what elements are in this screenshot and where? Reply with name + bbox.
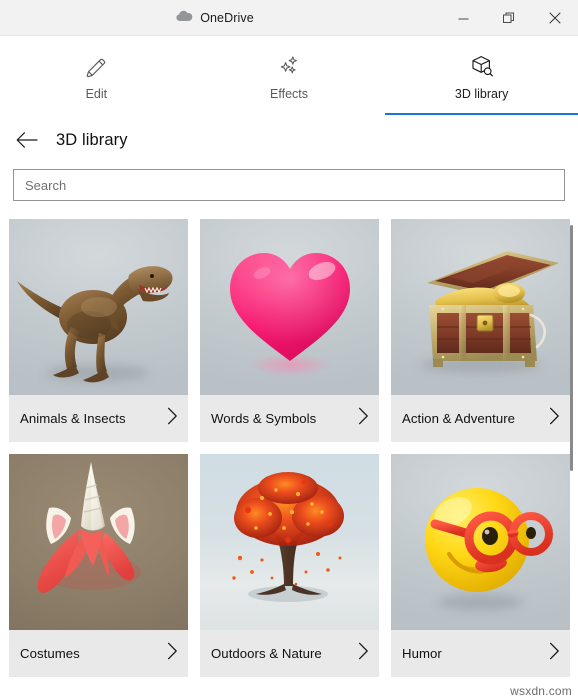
thumbnail-pink-heart xyxy=(200,219,379,395)
card-footer: Humor xyxy=(391,630,570,677)
card-footer: Action & Adventure xyxy=(391,395,570,442)
thumbnail-treasure-chest xyxy=(391,219,570,395)
search-input[interactable] xyxy=(13,169,565,201)
thumbnail-autumn-tree xyxy=(200,454,379,630)
category-card-costumes[interactable]: Costumes xyxy=(9,454,188,677)
minimize-icon xyxy=(458,18,468,19)
chevron-right-icon[interactable] xyxy=(167,407,178,430)
category-label: Action & Adventure xyxy=(402,411,516,426)
sparkles-icon xyxy=(276,54,302,80)
category-label: Animals & Insects xyxy=(20,411,126,426)
pencil-icon xyxy=(84,54,108,80)
category-card-animals-insects[interactable]: Animals & Insects xyxy=(9,219,188,442)
thumbnail-t-rex-dinosaur xyxy=(9,219,188,395)
top-tab-strip: Edit Effects 3D library xyxy=(0,36,578,115)
tab-effects-label: Effects xyxy=(270,86,308,101)
category-grid-scroll-area: Animals & Insects Words & Symbols Action… xyxy=(0,216,578,700)
tab-edit-label: Edit xyxy=(85,86,108,101)
card-footer: Outdoors & Nature xyxy=(200,630,379,677)
page-header: 3D library xyxy=(0,118,578,162)
minimize-button[interactable] xyxy=(440,0,486,36)
back-button[interactable] xyxy=(14,127,40,153)
window-controls xyxy=(440,0,578,36)
restore-icon xyxy=(503,12,514,23)
onedrive-3d-library-window: OneDrive Edit Effects 3D library 3D libr… xyxy=(0,0,578,700)
card-footer: Animals & Insects xyxy=(9,395,188,442)
card-footer: Words & Symbols xyxy=(200,395,379,442)
watermark: wsxdn.com xyxy=(510,684,572,698)
category-label: Outdoors & Nature xyxy=(211,646,322,661)
tab-3d-library-label: 3D library xyxy=(454,86,509,101)
chevron-right-icon[interactable] xyxy=(549,407,560,430)
card-footer: Costumes xyxy=(9,630,188,677)
category-card-humor[interactable]: Humor xyxy=(391,454,570,677)
onedrive-cloud-icon xyxy=(176,9,193,27)
category-label: Costumes xyxy=(20,646,80,661)
chevron-right-icon[interactable] xyxy=(549,642,560,665)
page-title: 3D library xyxy=(56,130,128,149)
back-arrow-icon xyxy=(16,132,38,148)
thumbnail-unicorn-horn-headband xyxy=(9,454,188,630)
tab-edit[interactable]: Edit xyxy=(0,36,193,114)
tab-effects[interactable]: Effects xyxy=(193,36,386,114)
close-button[interactable] xyxy=(532,0,578,36)
tab-3d-library[interactable]: 3D library xyxy=(385,36,578,115)
chevron-right-icon[interactable] xyxy=(167,642,178,665)
search-box[interactable] xyxy=(13,169,565,201)
title-bar: OneDrive xyxy=(0,0,578,36)
restore-button[interactable] xyxy=(486,0,532,36)
thumbnail-smiley-with-glasses xyxy=(391,454,570,630)
active-tab-underline xyxy=(385,112,578,115)
cube-search-icon xyxy=(469,54,495,80)
category-card-words-symbols[interactable]: Words & Symbols xyxy=(200,219,379,442)
category-label: Humor xyxy=(402,646,442,661)
category-label: Words & Symbols xyxy=(211,411,317,426)
window-title: OneDrive xyxy=(200,11,254,25)
close-icon xyxy=(549,12,561,24)
category-grid: Animals & Insects Words & Symbols Action… xyxy=(9,219,574,677)
category-card-action-adventure[interactable]: Action & Adventure xyxy=(391,219,570,442)
scrollbar-thumb[interactable] xyxy=(570,225,573,471)
chevron-right-icon[interactable] xyxy=(358,642,369,665)
vertical-scrollbar[interactable] xyxy=(566,216,578,700)
chevron-right-icon[interactable] xyxy=(358,407,369,430)
title-bar-caption: OneDrive xyxy=(0,0,430,36)
category-card-outdoors-nature[interactable]: Outdoors & Nature xyxy=(200,454,379,677)
